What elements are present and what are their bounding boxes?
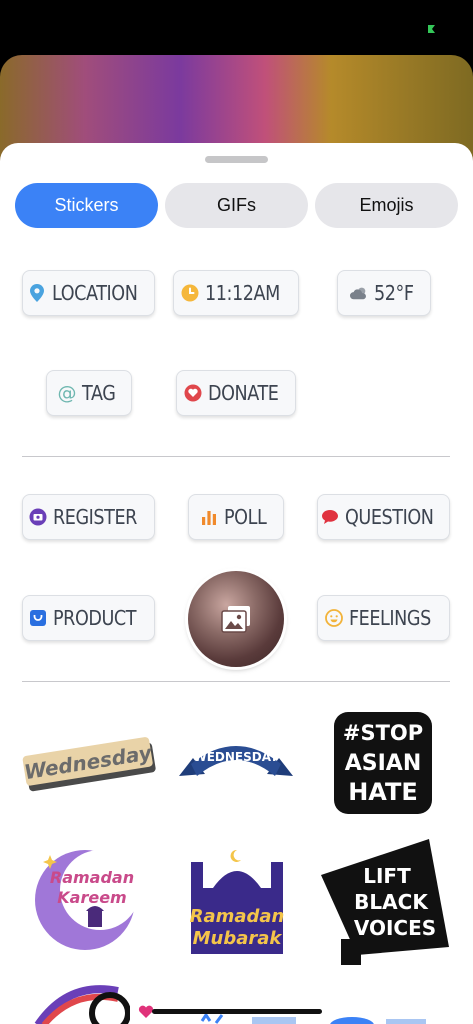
voices-text: VOICES [354, 916, 436, 940]
section-divider [22, 456, 450, 457]
ramadan-mubarak-line1: Ramadan [190, 906, 285, 927]
tag-sticker-button[interactable]: @ TAG [46, 370, 132, 416]
sticker-sheet: Stickers GIFs Emojis LOCATION 11:12AM 52… [0, 143, 473, 1024]
section-divider [22, 681, 450, 682]
rainbow-sticker[interactable] [30, 985, 130, 1024]
clock-icon [181, 284, 199, 302]
donate-icon [184, 384, 202, 402]
poll-sticker-button[interactable]: POLL [188, 494, 284, 540]
weather-label: 52°F [373, 281, 414, 305]
register-icon [29, 508, 47, 526]
at-sign-icon: @ [57, 382, 77, 404]
cloudy-icon [349, 284, 368, 302]
sheet-grabber[interactable] [205, 156, 268, 163]
black-text: BLACK [354, 890, 429, 914]
register-sticker-button[interactable]: REGISTER [22, 494, 155, 540]
time-label: 11:12AM [205, 281, 281, 305]
donate-sticker-button[interactable]: DONATE [176, 370, 296, 416]
weather-sticker-button[interactable]: 52°F [337, 270, 431, 316]
location-label: LOCATION [51, 281, 138, 305]
wednesday-retro-sticker[interactable]: Wednesday [20, 718, 160, 808]
tab-gifs[interactable]: GIFs [165, 183, 308, 228]
time-sticker-button[interactable]: 11:12AM [173, 270, 299, 316]
feelings-sticker-button[interactable]: FEELINGS [317, 595, 450, 641]
lift-black-voices-sticker[interactable]: LIFT BLACK VOICES [317, 835, 453, 971]
tab-stickers[interactable]: Stickers [15, 183, 158, 228]
stop-text: #STOP [343, 721, 423, 745]
register-label: REGISTER [52, 505, 137, 529]
photo-gallery-icon [221, 606, 250, 633]
question-sticker-button[interactable]: QUESTION [317, 494, 450, 540]
tab-stickers-label: Stickers [54, 195, 119, 215]
question-label: QUESTION [345, 505, 434, 529]
asian-text: ASIAN [345, 751, 422, 776]
shopping-bag-icon [29, 609, 47, 627]
location-pin-icon [28, 284, 46, 302]
status-indicator-icon [428, 25, 435, 33]
product-label: PRODUCT [53, 606, 137, 630]
product-sticker-button[interactable]: PRODUCT [22, 595, 155, 641]
stop-asian-hate-sticker[interactable]: #STOP ASIAN HATE [330, 708, 436, 818]
wednesday-banner-sticker[interactable]: WEDNESDAY [175, 728, 297, 790]
ramadan-kareem-sticker[interactable]: Ramadan Kareem [30, 843, 140, 953]
partial-sticker-right[interactable] [330, 1015, 430, 1024]
hate-text: HATE [348, 778, 418, 806]
ramadan-mubarak-sticker[interactable]: Ramadan Mubarak [185, 848, 289, 956]
ramadan-mubarak-line2: Mubarak [193, 928, 283, 949]
wednesday-banner-text: WEDNESDAY [193, 750, 278, 764]
home-indicator[interactable] [152, 1009, 322, 1014]
tag-label: TAG [82, 381, 116, 405]
feelings-label: FEELINGS [349, 606, 431, 630]
smiley-icon [325, 609, 343, 627]
ramadan-text: Ramadan [50, 868, 134, 887]
camera-roll-sticker-button[interactable] [188, 571, 284, 667]
tab-emojis[interactable]: Emojis [315, 183, 458, 228]
donate-label: DONATE [207, 381, 279, 405]
kareem-text: Kareem [57, 888, 126, 907]
lift-text: LIFT [363, 864, 411, 888]
tab-emojis-label: Emojis [359, 195, 414, 215]
location-sticker-button[interactable]: LOCATION [22, 270, 155, 316]
bar-chart-icon [200, 508, 218, 526]
tab-gifs-label: GIFs [217, 195, 256, 215]
poll-label: POLL [223, 505, 267, 529]
speech-bubble-icon [321, 508, 339, 526]
